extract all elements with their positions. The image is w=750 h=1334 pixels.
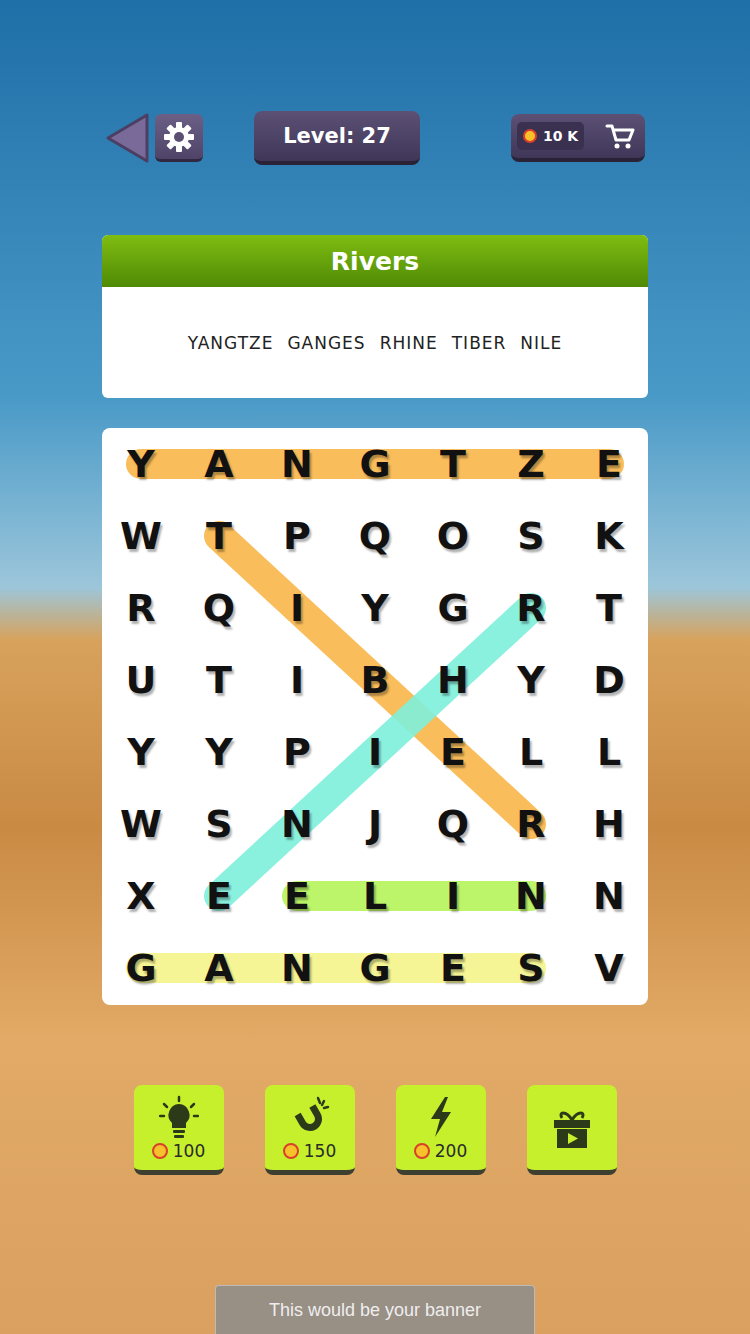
grid-letter[interactable]: B: [336, 644, 414, 716]
booster-price: 200: [414, 1141, 467, 1161]
booster-price: 150: [283, 1141, 336, 1161]
coin-count: 10 K: [517, 122, 584, 150]
grid-letter[interactable]: Y: [336, 572, 414, 644]
reward-button[interactable]: [527, 1085, 617, 1175]
grid-letter[interactable]: H: [570, 788, 648, 860]
target-word: YANGTZE: [188, 333, 274, 353]
gear-icon: [163, 121, 195, 153]
grid-letter[interactable]: N: [570, 860, 648, 932]
lightbulb-icon: [159, 1095, 199, 1139]
grid-letter[interactable]: E: [570, 428, 648, 500]
grid-letter[interactable]: A: [180, 428, 258, 500]
ad-banner[interactable]: This would be your banner: [215, 1285, 535, 1334]
grid-letter[interactable]: X: [102, 860, 180, 932]
grid-letter[interactable]: I: [258, 572, 336, 644]
grid-letter[interactable]: R: [492, 572, 570, 644]
grid-letter[interactable]: D: [570, 644, 648, 716]
back-arrow-icon: [105, 113, 149, 163]
magnet-button[interactable]: 150: [265, 1085, 355, 1175]
grid-letter[interactable]: N: [258, 788, 336, 860]
grid-letter[interactable]: Y: [180, 716, 258, 788]
game-screen: Level: 27 10 K Rivers YANGTZEGANGESRHINE…: [0, 0, 750, 1334]
target-word: GANGES: [287, 333, 365, 353]
word-highlight: [219, 608, 531, 896]
grid-letter[interactable]: Y: [102, 716, 180, 788]
grid-letter[interactable]: I: [258, 644, 336, 716]
grid-letter[interactable]: P: [258, 500, 336, 572]
grid-letter[interactable]: T: [414, 428, 492, 500]
grid-letter[interactable]: J: [336, 788, 414, 860]
grid-letter[interactable]: U: [102, 644, 180, 716]
hint-button[interactable]: 100: [134, 1085, 224, 1175]
grid-letter[interactable]: A: [180, 932, 258, 1004]
grid-letter[interactable]: R: [102, 572, 180, 644]
grid-letter[interactable]: Y: [102, 428, 180, 500]
target-word: RHINE: [380, 333, 438, 353]
grid-letter[interactable]: W: [102, 788, 180, 860]
grid-letter[interactable]: E: [414, 932, 492, 1004]
grid-letter[interactable]: L: [570, 716, 648, 788]
level-indicator: Level: 27: [254, 111, 420, 165]
nav-buttons: [105, 113, 203, 163]
grid-letter[interactable]: N: [258, 428, 336, 500]
coin-icon: [414, 1143, 430, 1159]
grid-letter[interactable]: N: [258, 932, 336, 1004]
coin-icon: [283, 1143, 299, 1159]
category-title: Rivers: [102, 235, 648, 287]
letter-grid[interactable]: YANGTZEWTPQOSKRQIYGRTUTIBHYDYYPIELLWSNJQ…: [102, 428, 648, 1005]
grid-letter[interactable]: T: [180, 500, 258, 572]
booster-bar: 100 150 200: [134, 1085, 617, 1175]
grid-letter[interactable]: T: [570, 572, 648, 644]
target-word: NILE: [520, 333, 562, 353]
word-list-card: Rivers YANGTZE GANGES RHINE TIBER NILE: [102, 235, 648, 398]
grid-cells: YANGTZEWTPQOSKRQIYGRTUTIBHYDYYPIELLWSNJQ…: [102, 428, 648, 1004]
grid-letter[interactable]: Y: [492, 644, 570, 716]
bolt-button[interactable]: 200: [396, 1085, 486, 1175]
magnet-icon: [290, 1095, 330, 1139]
grid-letter[interactable]: T: [180, 644, 258, 716]
word-highlight: [297, 881, 531, 911]
grid-letter[interactable]: I: [414, 860, 492, 932]
grid-letter[interactable]: L: [336, 860, 414, 932]
grid-letter[interactable]: R: [492, 788, 570, 860]
grid-letter[interactable]: L: [492, 716, 570, 788]
top-bar: Level: 27 10 K: [105, 110, 645, 166]
grid-letter[interactable]: Q: [336, 500, 414, 572]
grid-letter[interactable]: S: [180, 788, 258, 860]
gift-video-icon: [550, 1106, 594, 1150]
coin-balance[interactable]: 10 K: [511, 114, 645, 162]
grid-letter[interactable]: E: [180, 860, 258, 932]
lightning-icon: [421, 1095, 461, 1139]
grid-letter[interactable]: E: [258, 860, 336, 932]
grid-letter[interactable]: K: [570, 500, 648, 572]
booster-price: 100: [152, 1141, 205, 1161]
word-highlight: [141, 953, 531, 983]
grid-letter[interactable]: E: [414, 716, 492, 788]
target-word: TIBER: [452, 333, 507, 353]
grid-letter[interactable]: Q: [414, 788, 492, 860]
grid-letter[interactable]: S: [492, 500, 570, 572]
grid-letter[interactable]: G: [336, 428, 414, 500]
word-list: YANGTZE GANGES RHINE TIBER NILE: [102, 287, 648, 398]
grid-letter[interactable]: W: [102, 500, 180, 572]
grid-letter[interactable]: V: [570, 932, 648, 1004]
grid-letter[interactable]: Q: [180, 572, 258, 644]
grid-letter[interactable]: H: [414, 644, 492, 716]
settings-button[interactable]: [155, 114, 203, 162]
word-highlight: [219, 536, 531, 824]
coin-icon: [523, 129, 537, 143]
content: Level: 27 10 K Rivers YANGTZEGANGESRHINE…: [0, 0, 750, 1334]
grid-letter[interactable]: G: [414, 572, 492, 644]
back-button[interactable]: [105, 113, 149, 163]
grid-letter[interactable]: G: [336, 932, 414, 1004]
grid-letter[interactable]: O: [414, 500, 492, 572]
grid-letter[interactable]: P: [258, 716, 336, 788]
coin-icon: [152, 1143, 168, 1159]
grid-letter[interactable]: N: [492, 860, 570, 932]
grid-letter[interactable]: Z: [492, 428, 570, 500]
grid-letter[interactable]: G: [102, 932, 180, 1004]
grid-letter[interactable]: S: [492, 932, 570, 1004]
cart-icon: [605, 122, 635, 150]
grid-letter[interactable]: I: [336, 716, 414, 788]
